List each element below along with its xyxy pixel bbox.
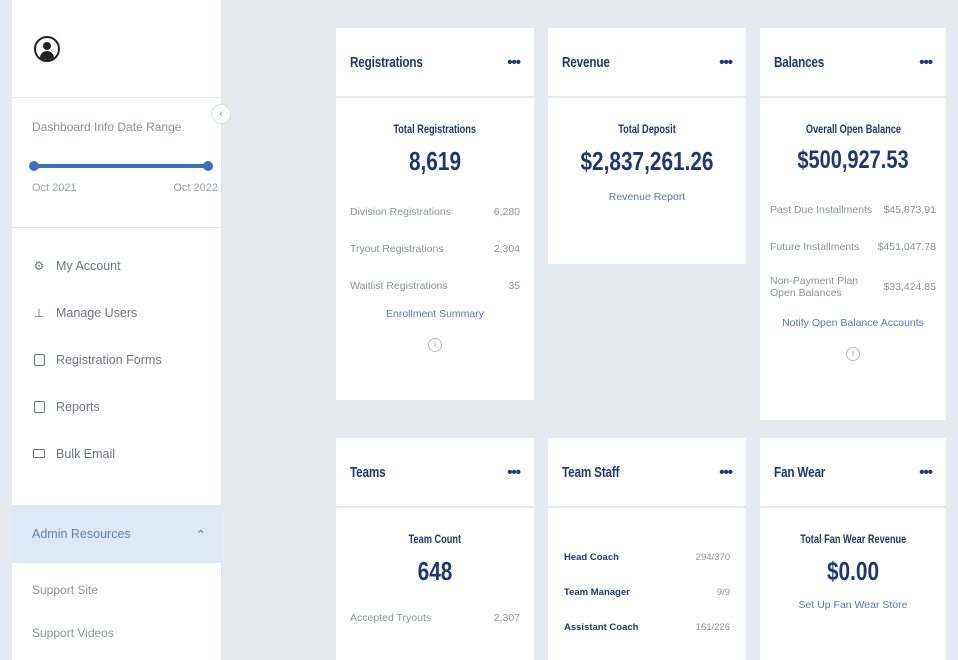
metric-label: Total Deposit: [618, 124, 676, 136]
stat-label: Future Installments: [770, 240, 860, 253]
form-icon: [32, 353, 46, 367]
registrations-card: Registrations ••• Total Registrations 8,…: [336, 28, 534, 400]
stat-row: Future Installments $451,047.78: [770, 228, 936, 265]
metric-value: $0.00: [826, 556, 880, 586]
staff-role: Assistant Coach: [564, 622, 639, 633]
stat-value: 6,280: [493, 205, 520, 218]
stat-label: Tryout Registrations: [350, 242, 444, 255]
card-title: Revenue: [562, 53, 610, 71]
card-title: Registrations: [350, 53, 423, 71]
staff-role: Head Coach: [564, 552, 619, 563]
card-title: Team Staff: [562, 463, 620, 481]
stat-row: Division Registrations 6,280: [350, 193, 520, 230]
staff-count: 161/226: [695, 622, 730, 633]
staff-row: Team Manager 9/9: [548, 575, 746, 610]
stat-value: $33,424.85: [883, 281, 936, 293]
stat-label: Waitlist Registrations: [350, 279, 448, 292]
mail-icon: [32, 447, 46, 461]
notify-open-balance-link[interactable]: Notify Open Balance Accounts: [760, 317, 946, 329]
stat-row: Past Due Installments $45,873.91: [770, 191, 936, 228]
sidebar-collapse-button[interactable]: ‹: [211, 104, 231, 124]
stat-value: 2,307: [493, 611, 520, 624]
staff-role: Team Manager: [564, 587, 630, 598]
stat-row: Non-Payment Plan Open Balances $33,424.85: [770, 265, 936, 309]
revenue-report-link[interactable]: Revenue Report: [548, 191, 746, 203]
staff-count: 9/9: [716, 587, 730, 598]
sidebar-item-label: My Account: [56, 258, 121, 273]
stat-label: Past Due Installments: [770, 203, 873, 216]
stat-row: Waitlist Registrations 35: [350, 267, 520, 304]
support-site-link[interactable]: Support Site: [32, 583, 98, 597]
user-icon: ⊥: [33, 305, 45, 320]
staff-row: Assistant Coach 161/226: [548, 610, 746, 645]
support-videos-link[interactable]: Support Videos: [32, 626, 114, 640]
team-staff-card: Team Staff ••• Head Coach 294/370 Team Ma…: [548, 438, 746, 660]
sidebar-item-manage-users[interactable]: ⊥ Manage Users: [12, 289, 221, 336]
admin-resources-label: Admin Resources: [32, 527, 131, 541]
metric-value: 8,619: [408, 146, 462, 176]
range-end-label: Oct 2022: [173, 182, 218, 194]
report-icon: [32, 400, 46, 414]
chevron-up-icon: ⌃: [195, 527, 206, 542]
stat-label: Accepted Tryouts: [350, 611, 432, 624]
metric-value: $500,927.53: [797, 146, 909, 174]
stat-row: Accepted Tryouts 2,307: [350, 599, 520, 636]
sidebar-item-reports[interactable]: Reports: [12, 383, 221, 430]
balances-card: Balances ••• Overall Open Balance $500,9…: [760, 28, 946, 420]
more-options-icon[interactable]: •••: [919, 54, 933, 71]
info-icon[interactable]: i: [846, 347, 860, 361]
metric-label: Overall Open Balance: [805, 124, 901, 136]
teams-card: Teams ••• Team Count 648 Accepted Tryout…: [336, 438, 534, 660]
stat-value: $45,873.91: [883, 203, 936, 216]
metric-label: Team Count: [408, 534, 462, 546]
range-end-handle[interactable]: [203, 161, 213, 171]
sidebar-item-my-account[interactable]: ⚙ My Account: [12, 242, 221, 289]
sidebar-item-label: Manage Users: [56, 305, 138, 320]
card-title: Balances: [774, 53, 825, 71]
staff-count: 294/370: [695, 552, 730, 563]
avatar-icon[interactable]: [34, 35, 60, 62]
card-title: Teams: [350, 463, 386, 481]
stat-value: 2,304: [493, 242, 520, 255]
range-start-handle[interactable]: [29, 161, 39, 171]
enrollment-summary-link[interactable]: Enrollment Summary: [336, 308, 534, 320]
stat-row: Tryout Registrations 2,304: [350, 230, 520, 267]
profile-area: [12, 0, 221, 98]
more-options-icon[interactable]: •••: [919, 464, 933, 481]
fan-wear-card: Fan Wear ••• Total Fan Wear Revenue $0.0…: [760, 438, 946, 660]
sidebar-menu: ⚙ My Account ⊥ Manage Users Registration…: [12, 228, 221, 477]
sidebar-item-label: Registration Forms: [56, 352, 162, 367]
admin-resources-toggle[interactable]: Admin Resources ⌃: [12, 505, 222, 563]
more-options-icon[interactable]: •••: [719, 54, 733, 71]
range-start-label: Oct 2021: [32, 182, 77, 194]
metric-value: 648: [417, 556, 453, 586]
staff-row: Head Coach 294/370: [548, 540, 746, 575]
account-icon: ⚙: [33, 258, 45, 273]
sidebar-item-bulk-email[interactable]: Bulk Email: [12, 430, 221, 477]
revenue-card: Revenue ••• Total Deposit $2,837,261.26 …: [548, 28, 746, 264]
sidebar: Dashboard Info Date Range Oct 2021 Oct 2…: [12, 0, 222, 660]
stat-label: Non-Payment Plan Open Balances: [770, 275, 859, 299]
sidebar-item-label: Reports: [56, 399, 100, 414]
date-range-slider[interactable]: [29, 161, 213, 171]
sidebar-item-registration-forms[interactable]: Registration Forms: [12, 336, 221, 383]
date-range-panel: Dashboard Info Date Range Oct 2021 Oct 2…: [12, 98, 221, 228]
stat-label: Division Registrations: [350, 205, 451, 218]
more-options-icon[interactable]: •••: [507, 54, 521, 71]
more-options-icon[interactable]: •••: [719, 464, 733, 481]
setup-fan-wear-store-link[interactable]: Set Up Fan Wear Store: [760, 599, 946, 611]
metric-label: Total Registrations: [393, 124, 477, 136]
metric-label: Total Fan Wear Revenue: [800, 534, 906, 546]
stat-value: $451,047.78: [877, 240, 936, 253]
date-range-label: Dashboard Info Date Range: [32, 120, 182, 134]
more-options-icon[interactable]: •••: [507, 464, 521, 481]
sidebar-item-label: Bulk Email: [56, 446, 116, 461]
card-title: Fan Wear: [774, 463, 826, 481]
info-icon[interactable]: i: [428, 338, 442, 352]
stat-value: 35: [508, 279, 520, 292]
metric-value: $2,837,261.26: [580, 146, 714, 176]
